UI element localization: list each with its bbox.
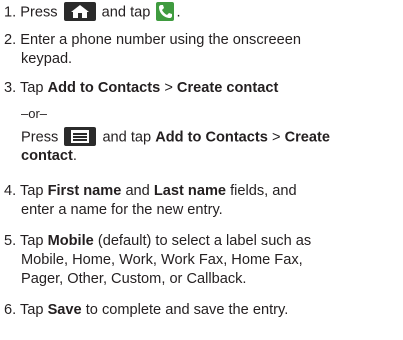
step-text-continued: keypad. — [21, 51, 73, 67]
step-number: 1. — [4, 4, 17, 21]
add-to-contacts-label: Add to Contacts — [47, 80, 161, 96]
step-1: 1. Press and tap . — [4, 2, 399, 22]
step-text: Tap — [19, 233, 44, 249]
step-text: fields, and — [230, 183, 297, 199]
step-3: 3. Tap Add to Contacts > Create contact — [4, 79, 399, 98]
step-text: Tap — [19, 302, 44, 318]
save-label: Save — [47, 302, 82, 318]
instructions-document: 1. Press and tap . 2. Enter a phone numb… — [0, 0, 403, 340]
step-text-continued: Pager, Other, Custom, or Callback. — [21, 271, 247, 287]
step-text-continued: enter a name for the new entry. — [21, 202, 223, 218]
period: . — [72, 148, 77, 165]
mobile-label: Mobile — [47, 233, 94, 249]
step-2: 2. Enter a phone number using the onscre… — [4, 31, 399, 69]
add-to-contacts-label: Add to Contacts — [155, 129, 268, 146]
home-key-icon — [63, 2, 96, 21]
step-4: 4. Tap First name and Last name fields, … — [4, 182, 399, 220]
step-text: Press — [20, 4, 58, 21]
step-number: 5. — [4, 233, 17, 249]
step-3-or: –or– — [4, 104, 399, 123]
step-text-continued: Mobile, Home, Work, Work Fax, Home Fax, — [21, 252, 303, 268]
step-5: 5. Tap Mobile (default) to select a labe… — [4, 232, 399, 289]
step-text: and tap — [101, 4, 151, 21]
step-number: 4. — [4, 183, 17, 199]
step-text: Tap — [19, 183, 44, 199]
step-number: 2. — [4, 32, 17, 48]
step-text: to complete and save the entry. — [85, 302, 289, 318]
last-name-label: Last name — [153, 183, 227, 199]
phone-icon — [156, 2, 175, 21]
step-text: and tap — [102, 129, 152, 146]
contact-label: contact — [21, 148, 73, 165]
step-text: (default) to select a label such as — [97, 233, 312, 249]
step-text: Enter a phone number using the onscreeen — [20, 32, 301, 48]
step-6: 6. Tap Save to complete and save the ent… — [4, 301, 399, 320]
step-number: 3. — [4, 80, 17, 96]
step-text: Tap — [19, 80, 44, 96]
step-text: Press — [21, 129, 59, 146]
menu-key-icon — [64, 127, 97, 146]
create-contact-label: Create contact — [176, 80, 279, 96]
step-text: . — [176, 4, 181, 21]
step-text: and — [125, 183, 150, 199]
create-label: Create — [284, 129, 330, 146]
step-text-alt: Press and tap Add to Contacts > Create — [4, 127, 399, 147]
step-3-alt: Press and tap Add to Contacts > Create c… — [4, 127, 399, 166]
step-text-continued: contact. — [4, 147, 399, 166]
step-number: 6. — [4, 302, 17, 318]
first-name-label: First name — [47, 183, 122, 199]
menu-separator: > — [271, 129, 281, 146]
or-separator: –or– — [21, 106, 48, 121]
menu-separator: > — [164, 80, 173, 96]
